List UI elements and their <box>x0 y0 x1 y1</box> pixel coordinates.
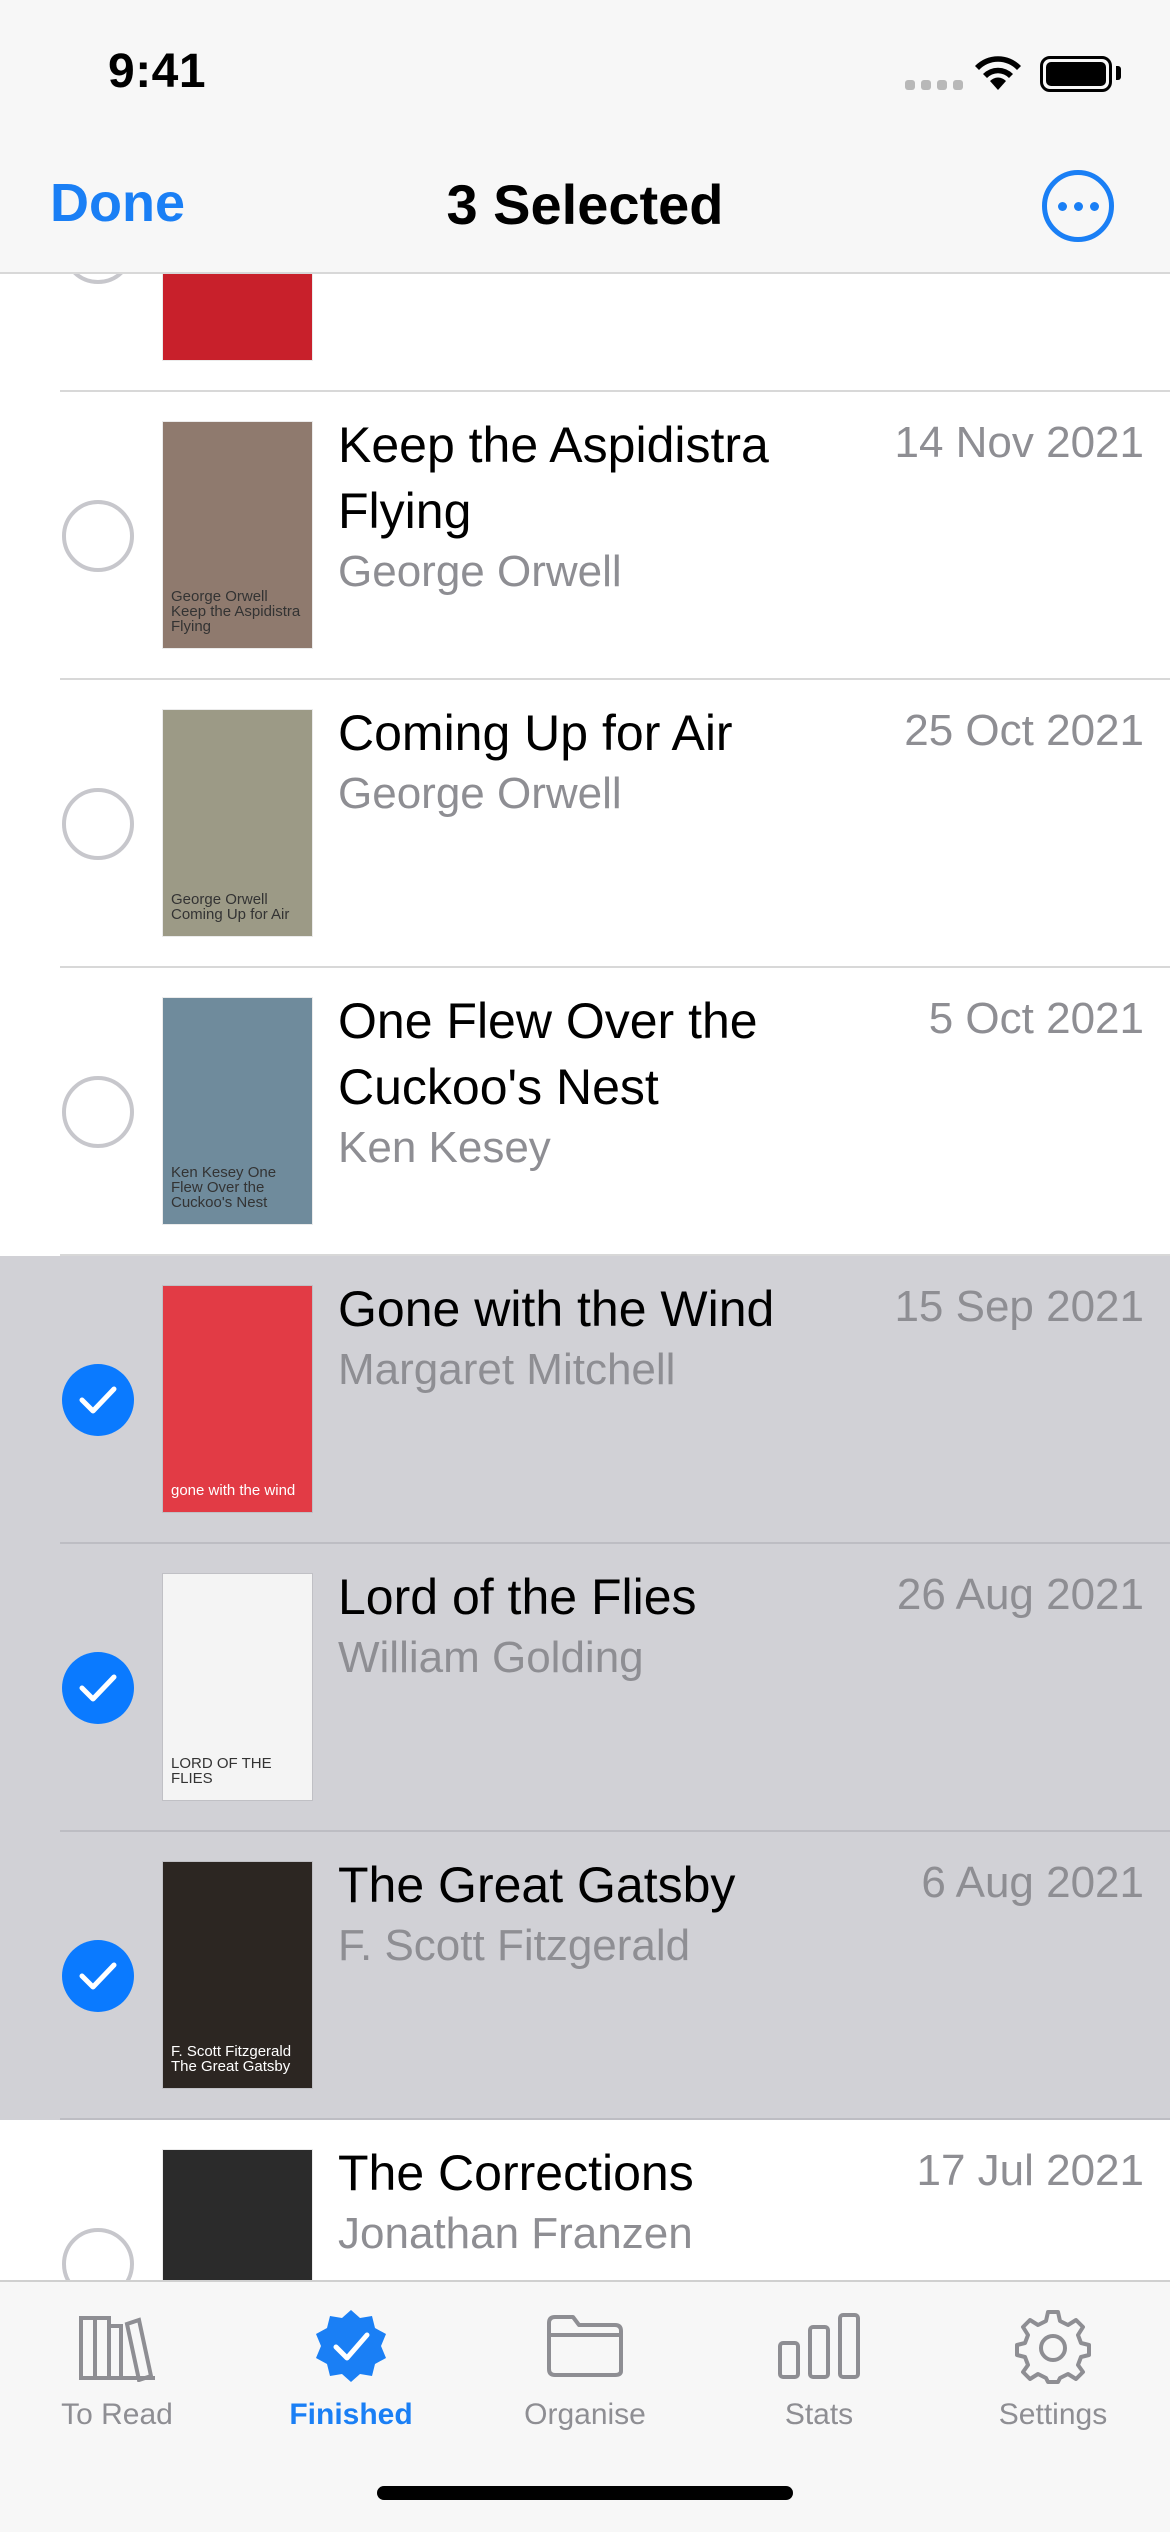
book-cover: JONATHAN FRANZEN <box>163 2150 312 2280</box>
book-title: Gone with the Wind <box>338 1281 775 1337</box>
gear-icon <box>1015 2310 1091 2384</box>
finished-date: 17 Jul 2021 <box>916 2146 1144 2195</box>
book-author: Jonathan Franzen <box>338 2209 693 2258</box>
cellular-signal-icon <box>905 80 963 90</box>
cover-text: Ken Kesey One Flew Over the Cuckoo's Nes… <box>171 1164 277 1211</box>
finished-date: 5 Oct 2021 <box>928 994 1144 1043</box>
tab-label: To Read <box>61 2398 173 2431</box>
list-item[interactable]: George Orwell <box>0 274 1170 392</box>
book-title: One Flew Over the Cuckoo's Nest <box>338 993 758 1115</box>
empty-circle-icon[interactable] <box>62 788 134 860</box>
finished-date: 14 Nov 2021 <box>894 418 1144 467</box>
book-author: George Orwell <box>338 769 622 818</box>
book-info: Keep the Aspidistra Flying George Orwell <box>338 412 838 600</box>
book-info: One Flew Over the Cuckoo's Nest Ken Kesey <box>338 988 838 1176</box>
list-item[interactable]: George Orwell Keep the Aspidistra Flying… <box>0 392 1170 680</box>
list-item[interactable]: Ken Kesey One Flew Over the Cuckoo's Nes… <box>0 968 1170 1256</box>
tab-to-read[interactable]: To Read <box>0 2304 234 2432</box>
wifi-icon <box>975 56 1021 90</box>
navigation-bar: Done 3 Selected <box>0 140 1170 274</box>
tab-finished[interactable]: Finished <box>234 2304 468 2432</box>
book-title: Lord of the Flies <box>338 1569 697 1625</box>
battery-cap <box>1116 66 1121 80</box>
book-cover: gone with the wind <box>163 1286 312 1512</box>
book-info: Lord of the Flies William Golding <box>338 1564 838 1686</box>
folder-icon <box>547 2315 623 2377</box>
book-author: William Golding <box>338 1633 644 1682</box>
tab-stats[interactable]: Stats <box>702 2304 936 2432</box>
book-info: The Great Gatsby F. Scott Fitzgerald <box>338 1852 838 1974</box>
checkmark-seal-icon <box>316 2310 386 2382</box>
empty-circle-icon[interactable] <box>62 274 134 284</box>
ellipsis-circle-icon[interactable] <box>1042 170 1114 242</box>
book-cover: F. Scott Fitzgerald The Great Gatsby <box>163 1862 312 2088</box>
bar-chart-icon <box>778 2313 860 2379</box>
empty-circle-icon[interactable] <box>62 500 134 572</box>
book-cover: LORD OF THE FLIES <box>163 1574 312 1800</box>
finished-date: 15 Sep 2021 <box>894 1282 1144 1331</box>
list-item[interactable]: LORD OF THE FLIES Lord of the Flies Willia… <box>0 1544 1170 1832</box>
checkmark-circle-icon[interactable] <box>62 1364 134 1436</box>
checkmark-circle-icon[interactable] <box>62 1940 134 2012</box>
list-item[interactable]: George Orwell Coming Up for Air Coming Up… <box>0 680 1170 968</box>
tab-label: Finished <box>289 2398 413 2431</box>
book-title: Keep the Aspidistra Flying <box>338 417 769 539</box>
book-title: The Corrections <box>338 2145 694 2201</box>
book-title: The Great Gatsby <box>338 1857 736 1913</box>
tab-organise[interactable]: Organise <box>468 2304 702 2432</box>
finished-date: 26 Aug 2021 <box>896 1570 1144 1619</box>
status-time: 9:41 <box>108 45 207 98</box>
book-author: Margaret Mitchell <box>338 1345 676 1394</box>
book-info: Gone with the Wind Margaret Mitchell <box>338 1276 838 1398</box>
home-indicator <box>377 2486 793 2500</box>
battery-icon <box>1040 56 1112 92</box>
finished-date: 25 Oct 2021 <box>904 706 1144 755</box>
book-author: George Orwell <box>338 547 622 596</box>
cover-text: F. Scott Fitzgerald The Great Gatsby <box>171 2043 292 2075</box>
checkmark-circle-icon[interactable] <box>62 1652 134 1724</box>
empty-circle-icon[interactable] <box>62 2228 134 2280</box>
cover-text: George Orwell Coming Up for Air <box>171 891 290 923</box>
page-title: 3 Selected <box>446 173 724 236</box>
finished-date: 6 Aug 2021 <box>921 1858 1144 1907</box>
cover-text: LORD OF THE FLIES <box>171 1755 272 1787</box>
empty-circle-icon[interactable] <box>62 1076 134 1148</box>
list-item[interactable]: JONATHAN FRANZEN The Corrections Jonathan … <box>0 2120 1170 2280</box>
book-title: Coming Up for Air <box>338 705 733 761</box>
book-cover: George Orwell Coming Up for Air <box>163 710 312 936</box>
tab-label: Stats <box>784 2398 854 2431</box>
tab-settings[interactable]: Settings <box>936 2304 1170 2432</box>
book-cover: Ken Kesey One Flew Over the Cuckoo's Nes… <box>163 998 312 1224</box>
book-cover <box>163 274 312 360</box>
book-info: The Corrections Jonathan Franzen <box>338 2140 838 2262</box>
tab-label: Organise <box>524 2398 646 2431</box>
books-icon <box>79 2316 155 2382</box>
list-item[interactable]: F. Scott Fitzgerald The Great Gatsby The … <box>0 1832 1170 2120</box>
cover-text: George Orwell Keep the Aspidistra Flying <box>171 588 301 635</box>
book-author: F. Scott Fitzgerald <box>338 1921 691 1970</box>
book-author: Ken Kesey <box>338 1123 551 1172</box>
list-item[interactable]: gone with the wind Gone with the Wind Marg… <box>0 1256 1170 1544</box>
book-cover: George Orwell Keep the Aspidistra Flying <box>163 422 312 648</box>
book-list[interactable]: George OrwellGeorge Orwell Keep the Aspi… <box>0 274 1170 2280</box>
book-info: Coming Up for Air George Orwell <box>338 700 838 822</box>
cover-text: gone with the wind <box>171 1482 296 1499</box>
status-bar: 9:41 <box>0 0 1170 140</box>
tab-label: Settings <box>998 2398 1108 2431</box>
